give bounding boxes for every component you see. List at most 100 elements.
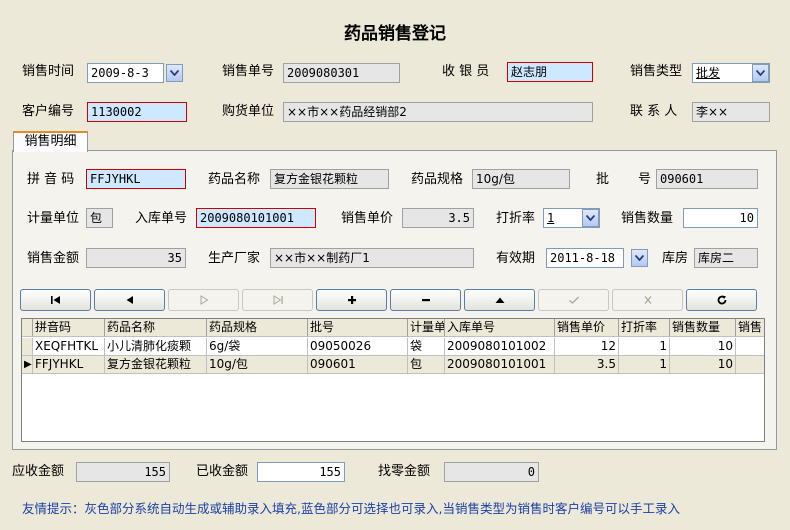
cashier-label: 收 银 员: [442, 64, 490, 79]
received-field[interactable]: 155: [257, 462, 345, 482]
grid-column-header[interactable]: 批号: [308, 319, 408, 337]
nav-prior-button[interactable]: [94, 289, 165, 311]
table-cell[interactable]: 6g/袋: [207, 338, 308, 356]
nav-insert-button[interactable]: [316, 289, 387, 311]
batch-label-part-1: 批: [596, 172, 610, 187]
table-cell[interactable]: FFJYHKL: [33, 356, 105, 374]
prior-record-icon: [126, 296, 133, 304]
received-label: 已收金额: [196, 464, 249, 479]
nav-refresh-button[interactable]: [686, 289, 757, 311]
tab-sales-detail[interactable]: 销售明细: [13, 131, 88, 152]
sales-detail-grid[interactable]: 拼音码 药品名称 药品规格 批号 计量单 入库单号 销售单价 打折率 销售数量 …: [21, 318, 765, 442]
minus-icon: [421, 299, 430, 302]
grid-column-header[interactable]: 入库单号: [445, 319, 555, 337]
first-record-icon: [50, 296, 60, 304]
table-cell[interactable]: 袋: [408, 338, 445, 356]
sale-type-label: 销售类型: [630, 64, 683, 79]
pinyin-field[interactable]: FFJYHKL: [86, 169, 186, 189]
sale-type-dropdown-button[interactable]: [752, 64, 769, 82]
table-cell[interactable]: 2009080101001: [445, 356, 555, 374]
drug-name-label: 药品名称: [208, 172, 261, 187]
grid-column-header[interactable]: 销售单价: [555, 319, 619, 337]
grid-column-header[interactable]: 打折率: [619, 319, 670, 337]
grid-column-header[interactable]: 销售: [736, 319, 764, 337]
table-cell[interactable]: 1: [619, 338, 670, 356]
grid-column-header[interactable]: 计量单: [408, 319, 445, 337]
qty-field[interactable]: 10: [683, 208, 758, 228]
grid-column-header[interactable]: 销售数量: [670, 319, 736, 337]
receivable-field: 155: [76, 462, 170, 482]
price-label: 销售单价: [341, 211, 394, 226]
unit-field: 包: [86, 208, 113, 228]
table-cell[interactable]: 小儿清肺化痰颗: [105, 338, 207, 356]
chevron-down-icon: [635, 255, 644, 261]
table-cell[interactable]: 09050026: [308, 338, 408, 356]
table-cell[interactable]: 10: [670, 338, 736, 356]
friendly-tip-text: 友情提示：灰色部分系统自动生成或辅助录入填充,蓝色部分可选择也可录入,当销售类型…: [22, 501, 680, 516]
spec-field: 10g/包: [472, 169, 570, 189]
cashier-field[interactable]: 赵志朋: [507, 62, 593, 82]
grid-column-header[interactable]: 药品规格: [207, 319, 308, 337]
row-indicator: ▶: [22, 356, 33, 374]
expiry-field[interactable]: 2011-8-18: [546, 248, 624, 268]
table-cell[interactable]: 10: [670, 356, 736, 374]
maker-field: ××市××制药厂1: [270, 248, 474, 268]
cross-icon: [644, 296, 651, 304]
chevron-down-icon: [756, 70, 765, 76]
last-record-icon: [273, 295, 283, 305]
warehouse-field: 库房二: [694, 248, 758, 268]
table-cell[interactable]: 1: [619, 356, 670, 374]
contact-label: 联 系 人: [630, 104, 678, 119]
grid-header-row: 拼音码 药品名称 药品规格 批号 计量单 入库单号 销售单价 打折率 销售数量 …: [22, 319, 764, 337]
table-cell[interactable]: 2009080101002: [445, 338, 555, 356]
table-cell[interactable]: 12: [555, 338, 619, 356]
unit-label: 计量单位: [27, 211, 80, 226]
nav-post-button[interactable]: [538, 289, 609, 311]
drug-name-field: 复方金银花颗粒: [270, 169, 389, 189]
table-cell[interactable]: 3.5: [555, 356, 619, 374]
table-cell[interactable]: XEQFHTKL: [33, 338, 105, 356]
nav-delete-button[interactable]: [390, 289, 461, 311]
table-cell[interactable]: 包: [408, 356, 445, 374]
nav-first-button[interactable]: [20, 289, 91, 311]
nav-edit-button[interactable]: [464, 289, 535, 311]
table-cell[interactable]: 10g/包: [207, 356, 308, 374]
buyer-field: ××市××药品经销部2: [283, 102, 593, 122]
table-row-selected[interactable]: ▶ FFJYHKL 复方金银花颗粒 10g/包 090601 包 2009080…: [22, 356, 764, 374]
pinyin-label: 拼 音 码: [27, 172, 75, 187]
grid-column-header[interactable]: 拼音码: [33, 319, 105, 337]
discount-dropdown-button[interactable]: [582, 209, 599, 227]
customer-no-field[interactable]: 1130002: [87, 102, 187, 122]
caret-up-icon: [495, 297, 504, 303]
expiry-label: 有效期: [496, 251, 536, 266]
receivable-label: 应收金额: [12, 464, 65, 479]
contact-field: 李××: [692, 102, 770, 122]
row-indicator: [22, 338, 33, 356]
table-row[interactable]: XEQFHTKL 小儿清肺化痰颗 6g/袋 09050026 袋 2009080…: [22, 338, 764, 356]
grid-indicator-header: [22, 319, 33, 337]
sale-no-label: 销售单号: [222, 64, 275, 79]
sale-time-dropdown-button[interactable]: [166, 64, 183, 82]
stock-no-field[interactable]: 2009080101001: [196, 208, 316, 228]
table-cell[interactable]: 090601: [308, 356, 408, 374]
amount-label: 销售金额: [27, 251, 80, 266]
table-cell[interactable]: [736, 338, 764, 356]
nav-cancel-button[interactable]: [612, 289, 683, 311]
expiry-dropdown-button[interactable]: [631, 249, 648, 267]
refresh-icon: [717, 295, 726, 305]
buyer-label: 购货单位: [222, 104, 275, 119]
table-cell[interactable]: [736, 356, 764, 374]
sale-time-field[interactable]: 2009-8-3: [87, 63, 164, 83]
sale-time-label: 销售时间: [22, 64, 75, 79]
check-icon: [568, 296, 579, 304]
sale-type-value: 批发: [696, 66, 721, 80]
nav-last-button[interactable]: [242, 289, 313, 311]
next-record-icon: [200, 295, 208, 305]
qty-label: 销售数量: [621, 211, 674, 226]
batch-field: 090601: [656, 169, 758, 189]
discount-value: 1: [547, 211, 555, 225]
maker-label: 生产厂家: [208, 251, 261, 266]
table-cell[interactable]: 复方金银花颗粒: [105, 356, 207, 374]
grid-column-header[interactable]: 药品名称: [105, 319, 207, 337]
nav-next-button[interactable]: [168, 289, 239, 311]
